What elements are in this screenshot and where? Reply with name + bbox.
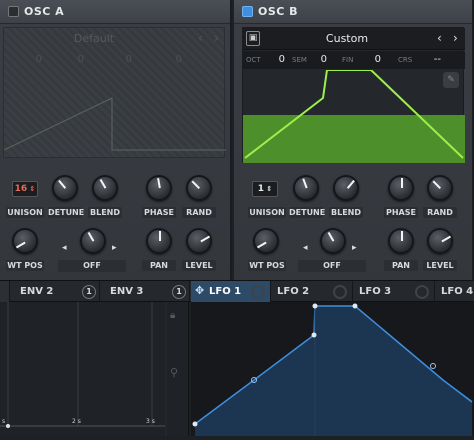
osc-a-level-label: LEVEL xyxy=(182,260,216,271)
osc-b-rand-label: RAND xyxy=(423,207,457,218)
lfo-1-ring xyxy=(251,285,265,299)
osc-a-rand-knob[interactable] xyxy=(186,175,212,201)
osc-a-sem[interactable]: 0 xyxy=(46,51,88,69)
chevron-left-icon[interactable]: ◂ xyxy=(303,243,308,253)
osc-a-warp-select[interactable]: OFF xyxy=(58,260,126,272)
osc-b-pitch-row: OCT 0 SEM 0 FIN 0 CRS -- xyxy=(243,51,465,69)
chevron-right-icon[interactable]: › xyxy=(214,31,219,45)
lfo-3-ring xyxy=(415,285,429,299)
osc-b-unison-label: UNISON xyxy=(248,207,286,218)
osc-b-fin[interactable]: FIN 0 xyxy=(339,51,385,69)
osc-b-wtpos-label: WT POS xyxy=(248,260,286,271)
env-2-count-badge: 1 xyxy=(82,285,96,299)
lfo-1-shape xyxy=(192,303,473,436)
osc-b-crs[interactable]: CRS -- xyxy=(395,51,445,69)
osc-a-crs[interactable]: 0 xyxy=(144,51,186,69)
osc-a-wavetable-display[interactable]: Default ‹ › 0 0 0 0 xyxy=(3,27,226,158)
osc-a-preset-name[interactable]: Default xyxy=(4,32,184,45)
pencil-icon[interactable]: ✎ xyxy=(443,72,459,88)
osc-b-wtpos-knob[interactable] xyxy=(253,228,279,254)
osc-a-oct[interactable]: 0 xyxy=(4,51,46,69)
osc-b-enable-checkbox[interactable] xyxy=(242,6,253,17)
osc-b-title: OSC B xyxy=(258,5,299,18)
osc-a-unison-voices[interactable]: 16 ⇕ xyxy=(12,181,38,197)
osc-b-detune-knob[interactable] xyxy=(293,175,319,201)
osc-b-phase-label: PHASE xyxy=(384,207,418,218)
envelope-grid xyxy=(0,302,167,436)
osc-a-wtpos-label: WT POS xyxy=(6,260,44,271)
osc-a-phase-knob[interactable] xyxy=(146,175,172,201)
osc-b-phase-knob[interactable] xyxy=(388,175,414,201)
osc-a-pitch-row: 0 0 0 0 xyxy=(4,51,226,69)
osc-a-phase-label: PHASE xyxy=(142,207,176,218)
osc-a-enable-checkbox[interactable] xyxy=(8,6,19,17)
osc-b-spread-knob[interactable] xyxy=(320,228,346,254)
tab-env-3[interactable]: ENV 3 1 xyxy=(100,281,190,302)
env-tick-3: 3 s xyxy=(146,418,155,425)
envelope-graph[interactable]: s 2 s 3 s 🔒︎ ⚲ xyxy=(0,302,189,436)
osc-a-rand-label: RAND xyxy=(182,207,216,218)
tab-lfo-3[interactable]: LFO 3 xyxy=(353,281,435,302)
osc-b-unison-voices[interactable]: 1 ⇕ xyxy=(252,181,278,197)
zoom-icon[interactable]: ⚲ xyxy=(170,366,178,379)
osc-a-detune-knob[interactable] xyxy=(52,175,78,201)
osc-a-fin[interactable]: 0 xyxy=(94,51,136,69)
osc-b-blend-label: BLEND xyxy=(329,207,363,218)
osc-b-wavetable-display[interactable]: ▣ Custom ‹ › OCT 0 SEM 0 FIN 0 CRS -- ✎ xyxy=(242,27,465,163)
chevron-right-icon[interactable]: › xyxy=(453,31,458,45)
osc-a-preset-bar: Default ‹ › xyxy=(4,28,224,50)
tab-env-1[interactable] xyxy=(0,281,10,302)
osc-a-detune-label: DETUNE xyxy=(48,207,85,218)
osc-a-pan-knob[interactable] xyxy=(146,228,172,254)
osc-a-blend-knob[interactable] xyxy=(92,175,118,201)
osc-b-sem[interactable]: SEM 0 xyxy=(289,51,331,69)
env-3-count-badge: 1 xyxy=(172,285,186,299)
modulation-tab-bar: ENV 2 1 ENV 3 1 ✥ LFO 1 LFO 2 LFO 3 LFO … xyxy=(0,280,474,302)
osc-a-wtpos-knob[interactable] xyxy=(12,228,38,254)
tab-lfo-4[interactable]: LFO 4 xyxy=(435,281,474,302)
osc-b-pan-label: PAN xyxy=(384,260,418,271)
osc-b-header: OSC B xyxy=(234,0,472,24)
env-tick-1: s xyxy=(2,418,6,425)
osc-b-waveform xyxy=(243,70,465,163)
lock-icon[interactable]: 🔒︎ xyxy=(170,310,175,321)
osc-a-blend-label: BLEND xyxy=(88,207,122,218)
osc-b-level-knob[interactable] xyxy=(427,228,453,254)
chevron-left-icon[interactable]: ‹ xyxy=(198,31,203,45)
osc-a-spread-knob[interactable] xyxy=(80,228,106,254)
tab-lfo-1[interactable]: ✥ LFO 1 xyxy=(191,281,271,302)
tab-env-2[interactable]: ENV 2 1 xyxy=(10,281,100,302)
chevron-right-icon[interactable]: ▸ xyxy=(112,243,117,253)
move-icon[interactable]: ✥ xyxy=(195,284,204,297)
osc-b-level-label: LEVEL xyxy=(423,260,457,271)
osc-a-title: OSC A xyxy=(24,5,65,18)
osc-b-blend-knob[interactable] xyxy=(333,175,359,201)
osc-a-level-knob[interactable] xyxy=(186,228,212,254)
env-tick-2: 2 s xyxy=(72,418,81,425)
osc-b-warp-select[interactable]: OFF xyxy=(298,260,366,272)
osc-b-pan-knob[interactable] xyxy=(388,228,414,254)
osc-a-pan-label: PAN xyxy=(142,260,176,271)
osc-a-waveform xyxy=(4,97,226,151)
lfo-1-graph[interactable] xyxy=(191,302,474,436)
osc-a-panel: OSC A Default ‹ › 0 0 0 0 16 ⇕ UNISON DE… xyxy=(0,0,232,280)
osc-b-detune-label: DETUNE xyxy=(289,207,326,218)
tab-lfo-2[interactable]: LFO 2 xyxy=(271,281,353,302)
osc-b-preset-bar: ▣ Custom ‹ › xyxy=(243,28,465,50)
osc-b-preset-name[interactable]: Custom xyxy=(265,32,429,45)
osc-a-unison-label: UNISON xyxy=(6,207,44,218)
chevron-left-icon[interactable]: ◂ xyxy=(62,243,67,253)
lfo-2-ring xyxy=(333,285,347,299)
chevron-right-icon[interactable]: ▸ xyxy=(352,243,357,253)
osc-b-oct[interactable]: OCT 0 xyxy=(243,51,289,69)
save-icon[interactable]: ▣ xyxy=(246,31,260,46)
chevron-left-icon[interactable]: ‹ xyxy=(437,31,442,45)
osc-b-rand-knob[interactable] xyxy=(427,175,453,201)
osc-a-header: OSC A xyxy=(0,0,230,24)
